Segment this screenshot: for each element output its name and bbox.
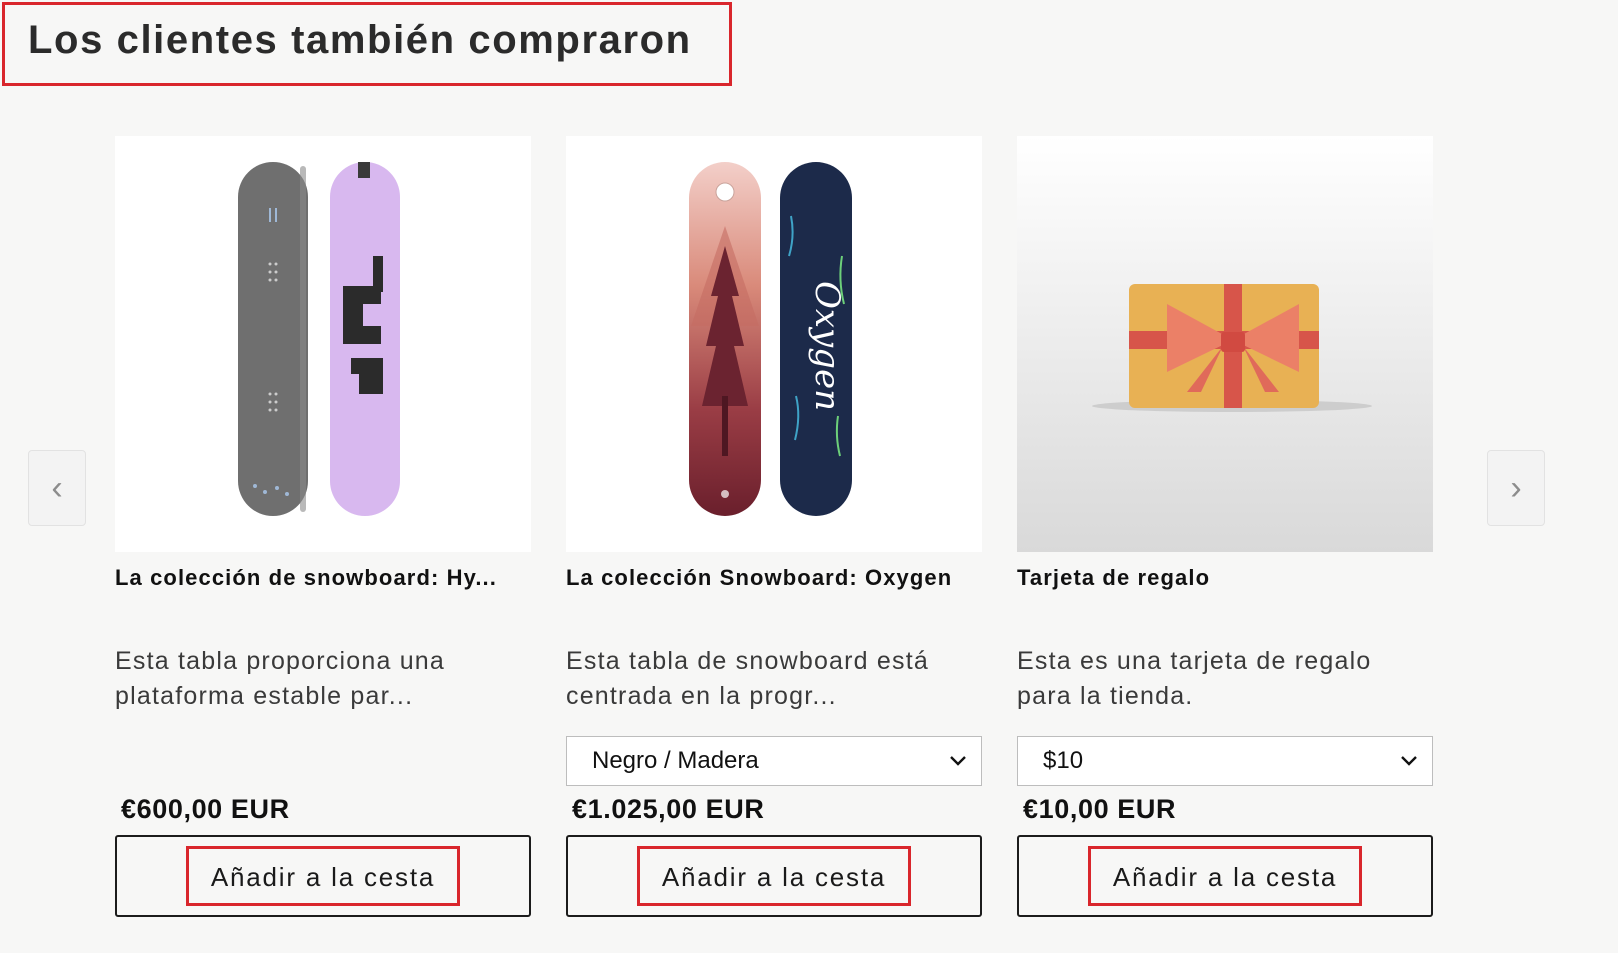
product-image[interactable]: Oxygen bbox=[566, 136, 982, 552]
product-card: La colección de snowboard: Hy... Esta ta… bbox=[115, 136, 531, 917]
snowboard-lilac-image bbox=[330, 162, 400, 516]
variant-select-value: $10 bbox=[1043, 747, 1084, 774]
product-description: Esta es una tarjeta de regalo para la ti… bbox=[1017, 647, 1372, 710]
carousel-next-button[interactable]: › bbox=[1487, 450, 1545, 526]
product-price: €600,00 EUR bbox=[121, 794, 290, 824]
variant-select-value: Negro / Madera bbox=[592, 747, 759, 774]
add-to-cart-label: Añadir a la cesta bbox=[1087, 846, 1363, 906]
add-to-cart-button[interactable]: Añadir a la cesta bbox=[566, 835, 982, 917]
product-card: Tarjeta de regalo Esta es una tarjeta de… bbox=[1017, 136, 1433, 917]
product-description: Esta tabla de snowboard está centrada en… bbox=[566, 647, 929, 710]
product-card: Oxygen La colección Snowboard: Oxygen Es… bbox=[566, 136, 982, 917]
product-image[interactable] bbox=[115, 136, 531, 552]
variant-select[interactable]: $10 bbox=[1017, 736, 1433, 786]
chevron-right-icon: › bbox=[1510, 468, 1522, 507]
section-heading: Los clientes también compraron bbox=[28, 18, 692, 62]
product-title[interactable]: La colección Snowboard: Oxygen bbox=[566, 565, 982, 591]
svg-text:Oxygen: Oxygen bbox=[807, 281, 847, 411]
add-to-cart-button[interactable]: Añadir a la cesta bbox=[115, 835, 531, 917]
add-to-cart-label: Añadir a la cesta bbox=[185, 846, 461, 906]
add-to-cart-label: Añadir a la cesta bbox=[636, 846, 912, 906]
product-title[interactable]: Tarjeta de regalo bbox=[1017, 565, 1433, 591]
snowboard-gray-image bbox=[238, 162, 308, 516]
snowboard-oxygen-image: Oxygen bbox=[780, 162, 852, 516]
add-to-cart-button[interactable]: Añadir a la cesta bbox=[1017, 835, 1433, 917]
chevron-down-icon bbox=[950, 756, 966, 766]
product-image[interactable] bbox=[1017, 136, 1433, 552]
carousel-prev-button[interactable]: ‹ bbox=[28, 450, 86, 526]
chevron-down-icon bbox=[1401, 756, 1417, 766]
snowboard-forest-image bbox=[689, 162, 761, 516]
product-price: €1.025,00 EUR bbox=[572, 794, 765, 824]
product-price: €10,00 EUR bbox=[1023, 794, 1177, 824]
chevron-left-icon: ‹ bbox=[51, 468, 63, 507]
variant-select[interactable]: Negro / Madera bbox=[566, 736, 982, 786]
product-title[interactable]: La colección de snowboard: Hy... bbox=[115, 565, 531, 591]
product-description: Esta tabla proporciona una plataforma es… bbox=[115, 647, 446, 710]
